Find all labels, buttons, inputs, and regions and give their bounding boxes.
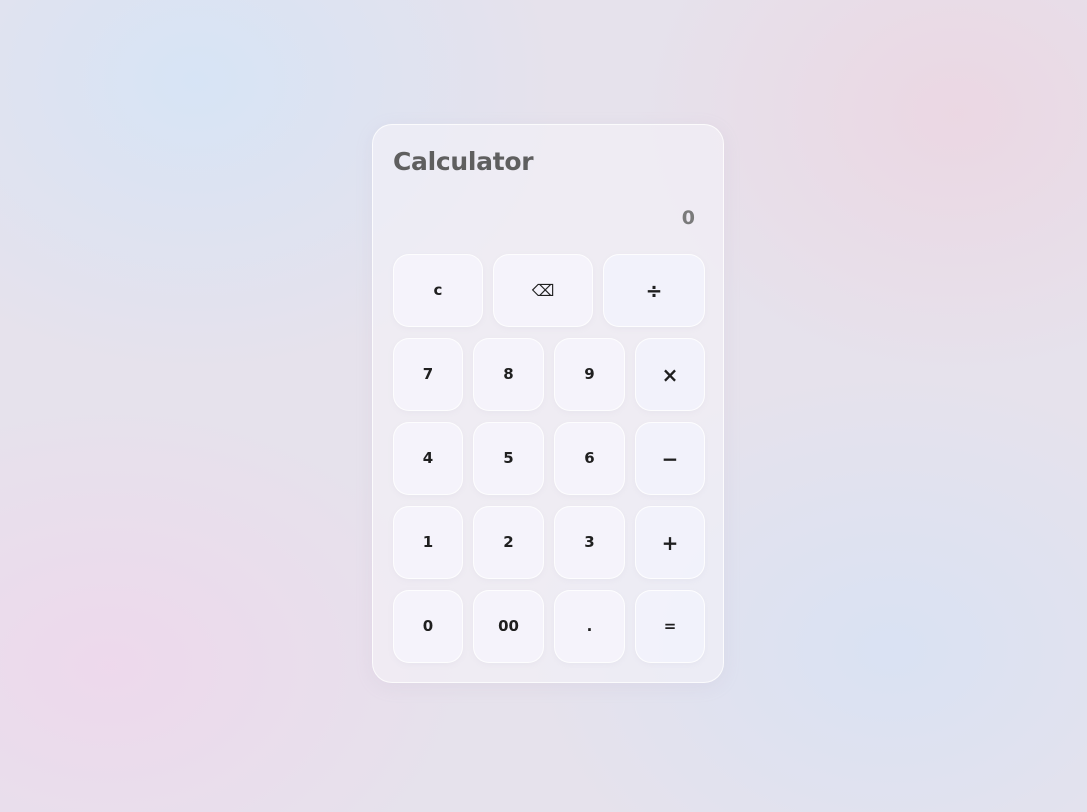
multiply-icon: × <box>661 362 679 387</box>
digit-8-button[interactable]: 8 <box>473 338 544 411</box>
digit-0-button[interactable]: 0 <box>393 590 463 663</box>
double-zero-label: 00 <box>498 617 519 635</box>
digit-3-label: 3 <box>584 533 595 551</box>
digit-7-label: 7 <box>422 365 434 383</box>
digit-6-label: 6 <box>584 449 595 467</box>
digit-6-button[interactable]: 6 <box>554 422 625 495</box>
backspace-icon: ⌫ <box>531 280 555 300</box>
digit-5-button[interactable]: 5 <box>473 422 544 495</box>
decimal-button[interactable]: . <box>554 590 625 663</box>
digit-2-button[interactable]: 2 <box>473 506 544 579</box>
divide-icon: ÷ <box>645 278 663 303</box>
digit-2-label: 2 <box>503 533 514 551</box>
double-zero-button[interactable]: 00 <box>473 590 544 663</box>
multiply-button[interactable]: × <box>635 338 705 411</box>
digit-9-button[interactable]: 9 <box>554 338 625 411</box>
minus-icon: − <box>661 446 679 471</box>
clear-button[interactable]: c <box>393 254 483 327</box>
calculator-panel: Calculator 0 c ⌫ ÷ 7 8 9 × 4 5 6 − 1 2 3 <box>372 124 724 683</box>
digit-8-label: 8 <box>503 365 514 383</box>
add-button[interactable]: + <box>635 506 705 579</box>
subtract-button[interactable]: − <box>635 422 705 495</box>
clear-button-label: c <box>433 281 443 299</box>
divide-button[interactable]: ÷ <box>603 254 705 327</box>
backspace-button[interactable]: ⌫ <box>493 254 593 327</box>
digit-7-button[interactable]: 7 <box>393 338 463 411</box>
digit-5-label: 5 <box>503 449 514 467</box>
app-title: Calculator <box>393 147 534 176</box>
digit-1-button[interactable]: 1 <box>393 506 463 579</box>
equals-icon: = <box>663 617 677 635</box>
plus-icon: + <box>661 530 679 555</box>
digit-9-label: 9 <box>584 365 595 383</box>
digit-4-button[interactable]: 4 <box>393 422 463 495</box>
display-value: 0 <box>681 207 695 229</box>
digit-4-label: 4 <box>422 449 434 467</box>
digit-3-button[interactable]: 3 <box>554 506 625 579</box>
equals-button[interactable]: = <box>635 590 705 663</box>
digit-0-label: 0 <box>422 617 434 635</box>
digit-1-label: 1 <box>422 533 434 551</box>
decimal-label: . <box>586 617 593 635</box>
